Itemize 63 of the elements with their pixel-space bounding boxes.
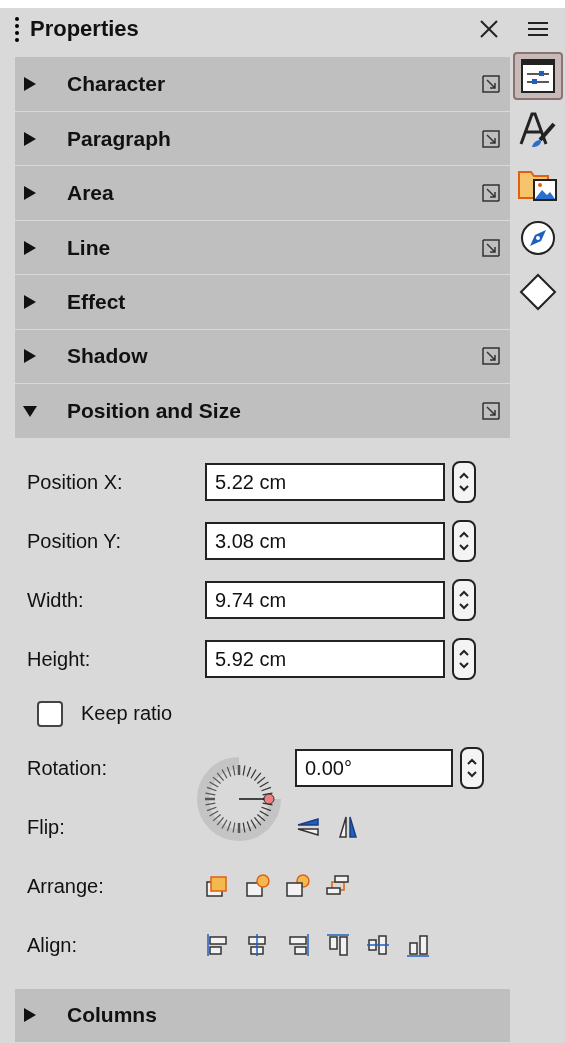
- sidebar-tab[interactable]: [512, 52, 563, 100]
- spin-button[interactable]: [452, 461, 476, 504]
- expand-arrow-icon[interactable]: [23, 1008, 37, 1023]
- section-title: Position and Size: [67, 398, 242, 423]
- field-label: Position X:: [27, 470, 124, 494]
- expand-arrow-icon[interactable]: [23, 349, 37, 364]
- section-header[interactable]: Position and Size: [15, 384, 510, 438]
- align-bottom-icon[interactable]: [405, 932, 431, 959]
- forward-one-icon[interactable]: [245, 873, 271, 900]
- section-header[interactable]: Shadow: [15, 329, 510, 384]
- collapse-arrow-icon[interactable]: [23, 403, 37, 418]
- section-header[interactable]: Effect: [15, 275, 510, 329]
- more-options-icon[interactable]: [482, 129, 500, 148]
- more-options-icon[interactable]: [482, 75, 500, 94]
- expand-arrow-icon[interactable]: [23, 240, 37, 255]
- expand-arrow-icon[interactable]: [23, 294, 37, 309]
- spin-button[interactable]: [452, 579, 476, 622]
- spin-field[interactable]: 5.92 cm: [205, 640, 445, 679]
- section-header[interactable]: Columns: [15, 988, 510, 1042]
- drag-handle-icon[interactable]: [14, 15, 20, 42]
- panel-title: Properties: [30, 15, 140, 42]
- more-options-icon[interactable]: [482, 184, 500, 203]
- more-options-icon[interactable]: [482, 238, 500, 257]
- field-label: Arrange:: [27, 874, 105, 898]
- section-header[interactable]: Line: [15, 220, 510, 275]
- section-title: Area: [67, 181, 115, 206]
- close-icon[interactable]: [480, 19, 498, 38]
- spin-field[interactable]: 5.22 cm: [205, 463, 445, 502]
- sliders-icon: [519, 58, 556, 94]
- section-title: Line: [67, 235, 112, 260]
- letter-brush-icon: [517, 110, 558, 150]
- spin-field[interactable]: 3.08 cm: [205, 522, 445, 561]
- field-label: Width:: [27, 588, 85, 612]
- spin-button[interactable]: [460, 747, 484, 790]
- checkbox-label: Keep ratio: [81, 702, 173, 726]
- rotation-dial[interactable]: [197, 756, 281, 841]
- section-title: Effect: [67, 289, 127, 314]
- spin-button[interactable]: [452, 520, 476, 563]
- expand-arrow-icon[interactable]: [23, 77, 37, 92]
- field-label: Rotation:: [27, 756, 109, 780]
- section-header[interactable]: Area: [15, 166, 510, 220]
- spin-field[interactable]: 9.74 cm: [205, 581, 445, 620]
- keep-ratio-checkbox[interactable]: [37, 700, 63, 727]
- more-options-icon[interactable]: [482, 347, 500, 366]
- more-options-icon[interactable]: [482, 401, 500, 420]
- field-label: Position Y:: [27, 529, 123, 553]
- section-title: Columns: [67, 1003, 158, 1028]
- field-label: Align:: [27, 933, 79, 957]
- section-header[interactable]: Paragraph: [15, 111, 510, 166]
- rotation-field[interactable]: 0.00°: [295, 749, 453, 788]
- align-top-icon[interactable]: [325, 932, 351, 959]
- field-label: Flip:: [27, 815, 66, 839]
- backward-one-icon[interactable]: [285, 873, 311, 900]
- section-title: Character: [67, 72, 167, 97]
- diamond-icon: [518, 273, 557, 311]
- compass-icon: [519, 220, 556, 256]
- expand-arrow-icon[interactable]: [23, 186, 37, 201]
- section-title: Shadow: [67, 344, 149, 369]
- expand-arrow-icon[interactable]: [23, 131, 37, 146]
- section-title: Paragraph: [67, 126, 172, 151]
- spin-button[interactable]: [452, 638, 476, 681]
- field-label: Height:: [27, 647, 92, 671]
- section-header[interactable]: Character: [15, 57, 510, 111]
